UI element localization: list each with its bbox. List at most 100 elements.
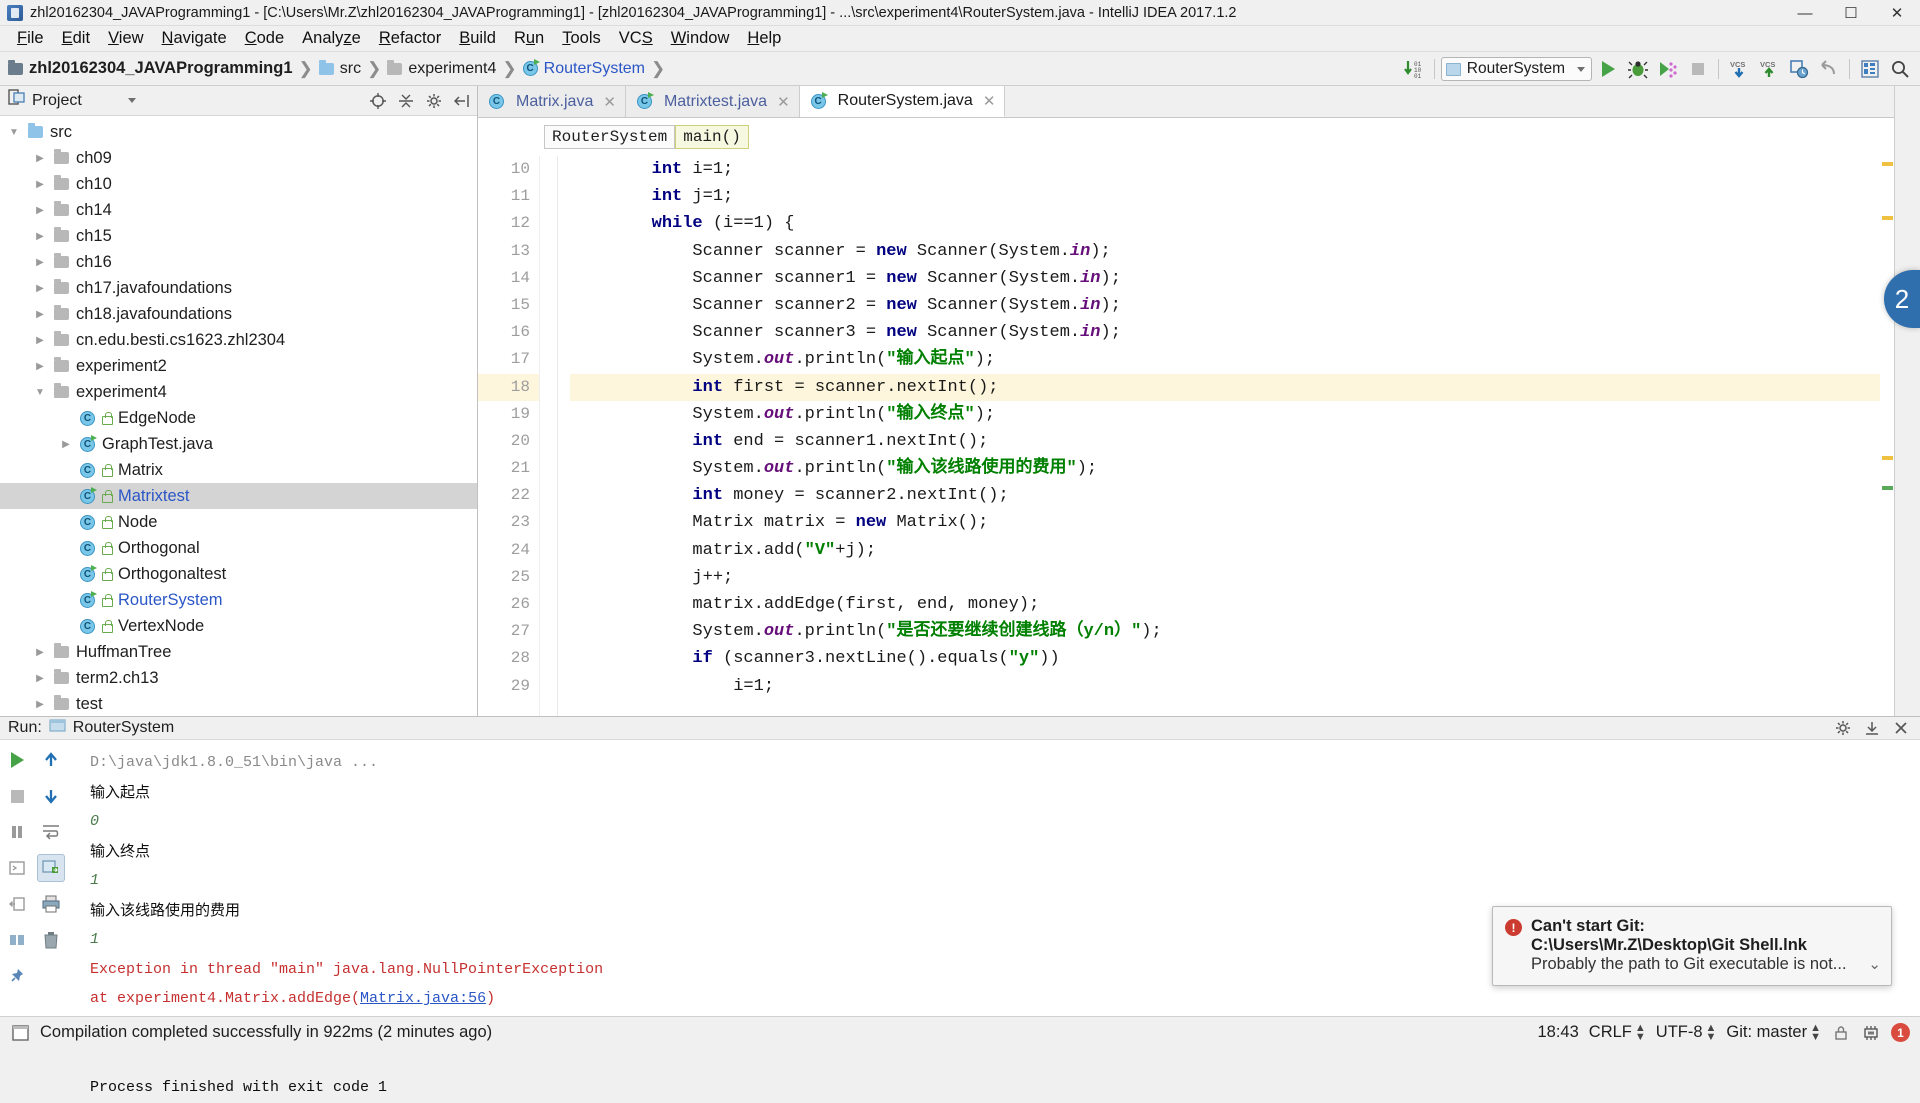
clear-all-button[interactable] bbox=[37, 926, 65, 954]
right-tool-rail[interactable] bbox=[1894, 86, 1920, 716]
memory-indicator-icon[interactable] bbox=[1861, 1024, 1881, 1042]
console-line[interactable]: 输入起点 bbox=[90, 778, 1920, 808]
tree-node-vertexnode[interactable]: ▶CVertexNode bbox=[0, 613, 477, 639]
code-line[interactable]: if (scanner3.nextLine().equals("y")) bbox=[570, 645, 1880, 672]
tree-node-ch17-javafoundations[interactable]: ▶ ch17.javafoundations bbox=[0, 275, 477, 301]
code-line[interactable]: j++; bbox=[570, 564, 1880, 591]
chevron-right-icon[interactable]: ▶ bbox=[32, 309, 48, 320]
editor-tab-matrix-java[interactable]: C Matrix.java ✕ bbox=[478, 86, 626, 117]
console-line[interactable]: at experiment4.Matrix.addEdge(Matrix.jav… bbox=[90, 984, 1920, 1014]
editor-breadcrumbs[interactable]: RouterSystem main() bbox=[478, 118, 1894, 156]
tree-node-edgenode[interactable]: ▶CEdgeNode bbox=[0, 405, 477, 431]
tree-node-ch15[interactable]: ▶ ch15 bbox=[0, 223, 477, 249]
tree-node-cn-edu-besti-cs1623-zhl2304[interactable]: ▶ cn.edu.besti.cs1623.zhl2304 bbox=[0, 327, 477, 353]
status-encoding[interactable]: UTF-8 ▲ ▼ bbox=[1656, 1023, 1717, 1042]
code-line[interactable]: Scanner scanner2 = new Scanner(System.in… bbox=[570, 292, 1880, 319]
breadcrumb[interactable]: zhl20162304_JAVAProgramming1 ❯ src ❯ exp… bbox=[8, 59, 671, 79]
run-configuration-selector[interactable]: RouterSystem bbox=[1440, 57, 1592, 81]
menu-item-navigate[interactable]: Navigate bbox=[153, 26, 236, 51]
project-view-chevron-down-icon[interactable] bbox=[127, 98, 136, 103]
console-line[interactable]: D:\java\jdk1.8.0_51\bin\java ... bbox=[90, 748, 1920, 778]
menu-item-code[interactable]: Code bbox=[236, 26, 293, 51]
tree-node-graphtest-java[interactable]: ▶ C GraphTest.java bbox=[0, 431, 477, 457]
gear-icon[interactable] bbox=[423, 90, 445, 112]
close-icon[interactable]: ✕ bbox=[777, 93, 790, 111]
rerun-button[interactable] bbox=[3, 746, 31, 774]
tree-node-experiment4[interactable]: ▼ experiment4 bbox=[0, 379, 477, 405]
code-text[interactable]: int i=1; int j=1; while (i==1) { Scanner… bbox=[558, 156, 1880, 716]
chevron-right-icon[interactable]: ▶ bbox=[32, 699, 48, 710]
console-actions-column[interactable] bbox=[34, 740, 68, 1103]
editor-tab-bar[interactable]: C Matrix.java ✕ C Matrixtest.java ✕ C RouterSys… bbox=[478, 86, 1894, 118]
line-separator-chevron-icon[interactable]: ▲ ▼ bbox=[1635, 1023, 1646, 1042]
code-line[interactable]: System.out.println("输入终点"); bbox=[570, 401, 1880, 428]
vcs-update-button[interactable]: VCS bbox=[1725, 56, 1753, 82]
editor-marker[interactable] bbox=[1882, 456, 1893, 460]
status-line-separator[interactable]: CRLF ▲ ▼ bbox=[1589, 1023, 1646, 1042]
chevron-right-icon[interactable]: ▶ bbox=[32, 647, 48, 658]
print-button[interactable] bbox=[37, 890, 65, 918]
code-line[interactable]: matrix.addEdge(first, end, money); bbox=[570, 591, 1880, 618]
editor-tab-matrixtest-java[interactable]: C Matrixtest.java ✕ bbox=[625, 86, 800, 117]
code-line[interactable]: while (i==1) { bbox=[570, 210, 1880, 237]
close-button[interactable]: ✕ bbox=[1874, 0, 1920, 26]
code-folding-column[interactable] bbox=[540, 156, 558, 716]
window-controls[interactable]: — ☐ ✕ bbox=[1782, 0, 1920, 26]
chevron-right-icon[interactable]: ▶ bbox=[32, 335, 48, 346]
soft-wrap-button[interactable] bbox=[37, 818, 65, 846]
run-actions-column[interactable] bbox=[0, 740, 34, 1103]
update-project-icon[interactable]: 01 10 01 bbox=[1400, 56, 1428, 82]
editor-marker[interactable] bbox=[1882, 216, 1893, 220]
tree-node-src[interactable]: ▼ src bbox=[0, 119, 477, 145]
pin-tab-button[interactable] bbox=[3, 962, 31, 990]
breadcrumb-src[interactable]: src bbox=[340, 60, 361, 78]
chevron-down-icon[interactable] bbox=[1577, 66, 1585, 72]
menu-item-help[interactable]: Help bbox=[738, 26, 790, 51]
main-toolbar[interactable]: 01 10 01 RouterSystem VCS VCS bbox=[1400, 52, 1914, 86]
tree-node-term2-ch13[interactable]: ▶ term2.ch13 bbox=[0, 665, 477, 691]
run-with-coverage-button[interactable] bbox=[1654, 56, 1682, 82]
run-button[interactable] bbox=[1594, 56, 1622, 82]
close-icon[interactable]: ✕ bbox=[603, 93, 616, 111]
tree-node-experiment2[interactable]: ▶ experiment2 bbox=[0, 353, 477, 379]
encoding-chevron-icon[interactable]: ▲ ▼ bbox=[1706, 1023, 1717, 1042]
editor-breadcrumb-routersystem[interactable]: RouterSystem bbox=[544, 125, 676, 149]
menu-item-window[interactable]: Window bbox=[662, 26, 739, 51]
breadcrumb-project[interactable]: zhl20162304_JAVAProgramming1 bbox=[29, 59, 293, 78]
debug-button[interactable] bbox=[1624, 56, 1652, 82]
run-panel-minimize-icon[interactable] bbox=[1861, 717, 1883, 739]
editor-marker[interactable] bbox=[1882, 162, 1893, 166]
dump-threads-button[interactable] bbox=[3, 854, 31, 882]
code-line[interactable]: Scanner scanner3 = new Scanner(System.in… bbox=[570, 319, 1880, 346]
editor-tab-routersystem-java[interactable]: C RouterSystem.java ✕ bbox=[799, 86, 1006, 117]
toggle-tasks-button[interactable] bbox=[3, 926, 31, 954]
run-panel-config-name[interactable]: RouterSystem bbox=[73, 719, 174, 737]
tree-node-ch16[interactable]: ▶ ch16 bbox=[0, 249, 477, 275]
chevron-right-icon[interactable]: ▶ bbox=[32, 257, 48, 268]
code-line[interactable]: int i=1; bbox=[570, 156, 1880, 183]
chevron-right-icon[interactable]: ▶ bbox=[32, 361, 48, 372]
menu-item-refactor[interactable]: Refactor bbox=[370, 26, 450, 51]
breadcrumb-package[interactable]: experiment4 bbox=[408, 60, 496, 78]
pause-output-button[interactable] bbox=[3, 818, 31, 846]
menu-item-view[interactable]: View bbox=[99, 26, 152, 51]
code-line[interactable]: matrix.add("V"+j); bbox=[570, 537, 1880, 564]
tree-node-ch09[interactable]: ▶ ch09 bbox=[0, 145, 477, 171]
project-tree[interactable]: ▼ src ▶ ch09 ▶ ch10 ▶ ch14 ▶ ch15 ▶ ch16 ▶ ch17.javaf… bbox=[0, 116, 477, 716]
code-line[interactable]: int money = scanner2.nextInt(); bbox=[570, 482, 1880, 509]
use-soft-wraps-button[interactable] bbox=[37, 854, 65, 882]
console-line[interactable]: Process finished with exit code 1 bbox=[90, 1073, 1920, 1103]
menu-item-tools[interactable]: Tools bbox=[553, 26, 610, 51]
tree-node-matrixtest[interactable]: ▶CMatrixtest bbox=[0, 483, 477, 509]
status-branch[interactable]: Git: master ▲ ▼ bbox=[1726, 1023, 1821, 1042]
tree-node-matrix[interactable]: ▶CMatrix bbox=[0, 457, 477, 483]
menu-bar[interactable]: File Edit View Navigate Code Analyze Refactor B… bbox=[0, 26, 1920, 52]
scroll-from-source-icon[interactable] bbox=[367, 90, 389, 112]
collapse-all-icon[interactable] bbox=[395, 90, 417, 112]
code-line[interactable]: i=1; bbox=[570, 673, 1880, 700]
console-line[interactable]: 0 bbox=[90, 807, 1920, 837]
tree-node-test[interactable]: ▶ test bbox=[0, 691, 477, 716]
code-line[interactable]: Scanner scanner = new Scanner(System.in)… bbox=[570, 238, 1880, 265]
stop-process-button[interactable] bbox=[3, 782, 31, 810]
close-icon[interactable]: ✕ bbox=[983, 92, 996, 110]
